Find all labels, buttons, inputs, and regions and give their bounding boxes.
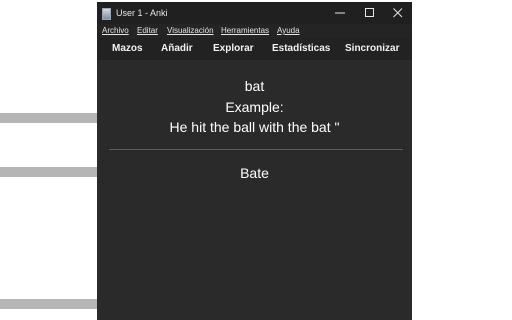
minimize-icon [335,12,345,14]
card-example-sentence: He hit the ball with the bat " [169,119,340,135]
background-window-strip [0,113,98,123]
background-window-strip [0,167,98,177]
card-front-word: bat [244,78,265,94]
main-toolbar: Mazos Añadir Explorar Estadísticas Sincr… [97,38,412,60]
menu-ayuda[interactable]: Ayuda [277,24,300,38]
minimize-button[interactable] [325,2,355,24]
title-bar[interactable]: User 1 - Anki [97,2,412,24]
background-window-strip [0,299,98,309]
close-icon [393,8,403,18]
menu-editar[interactable]: Editar [137,24,158,38]
decks-button[interactable]: Mazos [112,38,143,60]
card-review-area: bat Example: He hit the ball with the ba… [97,60,412,320]
anki-window: User 1 - Anki Archivo Editar Visualizaci… [97,2,412,320]
menu-herramientas[interactable]: Herramientas [221,24,269,38]
menu-archivo[interactable]: Archivo [102,24,129,38]
sync-button[interactable]: Sincronizar [345,38,399,60]
browse-button[interactable]: Explorar [213,38,254,60]
maximize-icon [365,8,374,17]
menu-bar: Archivo Editar Visualización Herramienta… [97,24,412,38]
window-title: User 1 - Anki [116,8,168,18]
close-button[interactable] [383,2,412,24]
anki-app-icon[interactable] [102,8,111,20]
card-example-label: Example: [225,99,284,115]
add-button[interactable]: Añadir [161,38,193,60]
menu-visualizacion[interactable]: Visualización [167,24,214,38]
answer-divider [109,149,403,150]
stats-button[interactable]: Estadísticas [272,38,330,60]
maximize-button[interactable] [355,2,385,24]
card-back-translation: Bate [240,165,269,181]
